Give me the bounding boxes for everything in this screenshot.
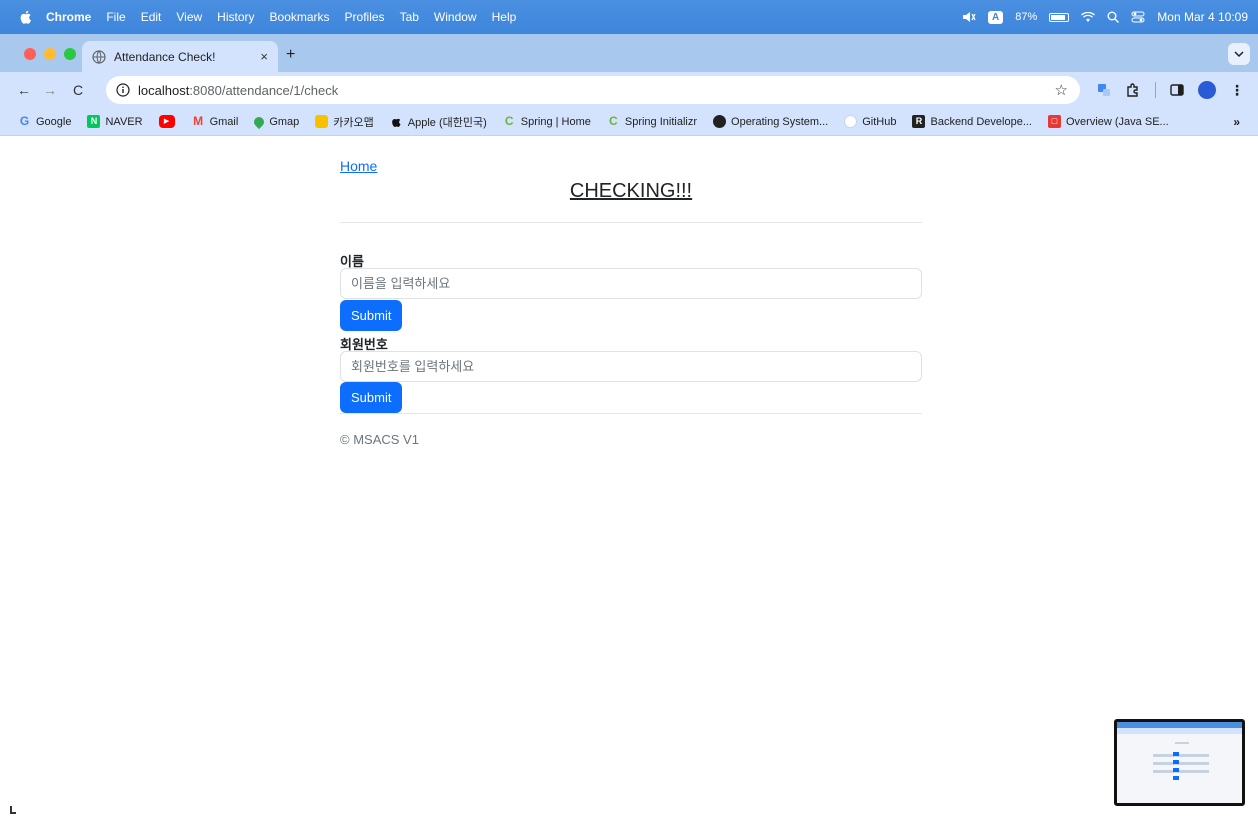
bookmark-naver[interactable]: N NAVER (87, 115, 143, 128)
menu-history[interactable]: History (217, 10, 254, 24)
globe-dark-icon (713, 115, 727, 128)
maximize-window-button[interactable] (64, 48, 76, 60)
forward-arrow-icon[interactable]: → (40, 80, 60, 100)
menu-edit[interactable]: Edit (141, 10, 162, 24)
window-controls (24, 48, 76, 60)
footer-divider (340, 413, 922, 414)
bookmarks-bar: G Google N NAVER ▶ M Gmail Gmap 카카오맵 Apple … (0, 108, 1258, 136)
thumbnail-button (1173, 768, 1179, 772)
control-center-icon[interactable] (1131, 11, 1145, 23)
side-panel-icon[interactable] (1170, 83, 1184, 97)
menubar-status-area: A 87% Mon Mar 4 10:09 (962, 0, 1248, 34)
macos-menu-bar: Chrome File Edit View History Bookmarks … (0, 0, 1258, 34)
menubar-clock[interactable]: Mon Mar 4 10:09 (1157, 10, 1248, 24)
bookmark-kakaomap[interactable]: 카카오맵 (315, 114, 374, 130)
spring-icon: C (504, 114, 514, 128)
menu-tab[interactable]: Tab (400, 10, 419, 24)
bookmarks-overflow-icon[interactable]: » (1233, 115, 1240, 129)
spotlight-search-icon[interactable] (1107, 11, 1120, 23)
home-link[interactable]: Home (340, 158, 377, 174)
minimize-window-button[interactable] (44, 48, 56, 60)
reload-icon[interactable]: C (68, 80, 88, 100)
battery-icon[interactable] (1049, 12, 1070, 22)
profile-avatar[interactable] (1198, 81, 1216, 99)
thumbnail-title (1175, 742, 1189, 744)
extensions-puzzle-icon[interactable] (1125, 82, 1141, 98)
member-number-submit-button[interactable]: Submit (340, 382, 403, 413)
site-info-icon[interactable] (116, 83, 130, 97)
bookmark-spring-initializr[interactable]: C Spring Initializr (607, 115, 697, 128)
browser-toolbar: ← → C localhost:8080/attendance/1/check … (0, 72, 1258, 108)
menu-file[interactable]: File (106, 10, 125, 24)
youtube-icon: ▶ (158, 115, 175, 128)
oracle-icon: □ (1048, 115, 1061, 128)
new-tab-button[interactable]: + (286, 46, 295, 64)
map-pin-icon (252, 114, 267, 129)
header-divider (340, 222, 922, 223)
spring-initializr-icon: C (609, 114, 618, 128)
chevron-down-icon (1234, 51, 1244, 58)
battery-percent: 87% (1015, 11, 1038, 23)
menu-app-chrome[interactable]: Chrome (46, 10, 91, 24)
url-host: localhost (138, 82, 190, 98)
browser-tab-strip: Attendance Check! × + (0, 34, 1258, 72)
address-bar[interactable]: localhost:8080/attendance/1/check ☆ (106, 76, 1080, 104)
page-title: CHECKING!!! (569, 180, 693, 202)
toolbar-divider (1155, 82, 1156, 98)
roadmap-icon: R (912, 115, 926, 128)
back-arrow-icon[interactable]: ← (14, 80, 34, 100)
thumbnail-input (1153, 770, 1209, 773)
tab-attendance-check[interactable]: Attendance Check! × (82, 41, 278, 72)
mute-icon[interactable] (962, 11, 976, 23)
name-input[interactable] (340, 268, 922, 299)
apple-icon (391, 118, 401, 127)
bookmark-operating-system[interactable]: Operating System... (713, 115, 828, 128)
github-icon (844, 115, 858, 128)
kakaomap-icon (315, 115, 329, 128)
bookmark-github[interactable]: GitHub (844, 115, 896, 128)
apple-logo-icon[interactable] (18, 9, 34, 25)
translate-icon[interactable] (1097, 83, 1111, 97)
bookmark-youtube[interactable]: ▶ (158, 115, 180, 128)
tab-close-icon[interactable]: × (260, 49, 268, 64)
tab-search-button[interactable] (1228, 43, 1250, 65)
bookmark-backend-developer[interactable]: R Backend Develope... (912, 115, 1032, 128)
menu-help[interactable]: Help (492, 10, 517, 24)
bookmark-gmap[interactable]: Gmap (252, 114, 299, 129)
thumbnail-input (1153, 754, 1209, 757)
tab-title: Attendance Check! (114, 49, 216, 64)
globe-icon (92, 49, 106, 64)
more-menu-icon[interactable]: ⋮ (1230, 82, 1244, 99)
footer-copyright: © MSACS V1 (340, 432, 419, 447)
google-icon: G (19, 114, 30, 128)
bookmark-java-se-overview[interactable]: □ Overview (Java SE... (1048, 115, 1169, 128)
url-path: :8080/attendance/1/check (189, 82, 339, 98)
screen-corner-left (10, 806, 16, 814)
menu-view[interactable]: View (176, 10, 202, 24)
bookmark-apple[interactable]: Apple (대한민국) (390, 114, 487, 130)
thumbnail-button (1173, 760, 1179, 764)
menu-window[interactable]: Window (434, 10, 477, 24)
thumbnail-input (1153, 762, 1209, 765)
bookmark-star-icon[interactable]: ☆ (1055, 81, 1068, 99)
naver-icon: N (87, 115, 101, 128)
screenshot-thumbnail[interactable] (1114, 719, 1245, 806)
bookmark-google[interactable]: G Google (18, 114, 72, 128)
name-submit-button[interactable]: Submit (340, 300, 403, 331)
gmail-icon: M (193, 114, 204, 128)
wifi-icon[interactable] (1081, 11, 1096, 23)
bookmark-spring-home[interactable]: C Spring | Home (503, 115, 591, 128)
menu-bookmarks[interactable]: Bookmarks (270, 10, 330, 24)
input-source-badge[interactable]: A (988, 10, 1004, 24)
thumbnail-button (1173, 776, 1179, 780)
toolbar-actions: ⋮ (1097, 72, 1244, 108)
thumbnail-toolbar (1117, 728, 1242, 734)
bookmark-gmail[interactable]: M Gmail (192, 114, 238, 128)
menu-profiles[interactable]: Profiles (345, 10, 385, 24)
close-window-button[interactable] (24, 48, 36, 60)
member-number-input[interactable] (340, 351, 922, 382)
thumbnail-button (1173, 752, 1179, 756)
